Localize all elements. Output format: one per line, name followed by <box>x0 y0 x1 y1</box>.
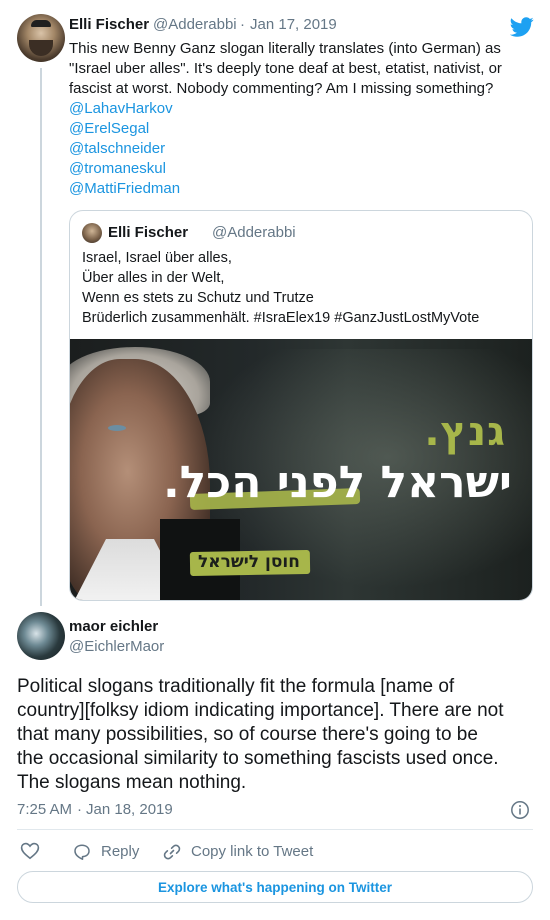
info-icon[interactable] <box>510 800 530 820</box>
twitter-bird-icon[interactable] <box>510 15 534 39</box>
tweet-text-line-1: This new Benny Ganz slogan literally tra… <box>69 40 501 57</box>
quoted-author-avatar <box>82 223 102 243</box>
tweet-text-line-2: "Israel uber alles". It's deeply tone de… <box>69 60 502 77</box>
image-subtitle-text: חוסן לישראל <box>198 552 300 572</box>
image-title-text: גנץ. <box>424 409 506 455</box>
image-slogan-text: ישראל לפני הכל. <box>162 457 512 508</box>
author-name[interactable]: Elli Fischer <box>69 16 149 33</box>
copy-link-button[interactable]: Copy link to Tweet <box>191 843 313 860</box>
quoted-tweet-card[interactable]: Elli Fischer @Adderabbi Israel, Israel ü… <box>69 210 533 601</box>
heart-icon[interactable] <box>20 841 40 861</box>
quoted-author-handle: @Adderabbi <box>212 224 296 241</box>
reply-text-line-3: that many possibilities, so of course th… <box>17 724 478 745</box>
mention-link[interactable]: @talschneider <box>69 139 165 159</box>
reply-time[interactable]: 7:25 AM <box>17 801 72 818</box>
reply-tweet-text: Political slogans traditionally fit the … <box>17 675 537 795</box>
reply-button[interactable]: Reply <box>101 843 139 860</box>
mention-link[interactable]: @ErelSegal <box>69 119 149 139</box>
reply-text-line-4: the occasional similarity to something f… <box>17 748 499 769</box>
reply-author-name[interactable]: maor eichler <box>69 618 158 635</box>
reply-author-handle[interactable]: @EichlerMaor <box>69 638 164 655</box>
reply-meta-separator: · <box>77 801 82 818</box>
reply-icon[interactable] <box>72 842 92 862</box>
reply-author-avatar[interactable] <box>17 612 65 660</box>
meta-separator: · <box>240 16 245 33</box>
author-avatar[interactable] <box>17 14 65 62</box>
reply-text-line-1: Political slogans traditionally fit the … <box>17 676 455 697</box>
quoted-text-line-2: Über alles in der Welt, <box>82 270 225 286</box>
quoted-author-name: Elli Fischer <box>108 224 189 241</box>
mention-link[interactable]: @LahavHarkov <box>69 99 173 119</box>
mention-link[interactable]: @tromaneskul <box>69 159 166 179</box>
reply-text-line-2: country][folksy idiom indicating importa… <box>17 700 504 721</box>
quoted-tweet-image[interactable]: גנץ. ישראל לפני הכל. חוסן לישראל <box>70 339 532 600</box>
link-icon[interactable] <box>162 842 182 862</box>
explore-twitter-button[interactable]: Explore what's happening on Twitter <box>17 871 533 903</box>
author-handle[interactable]: @Adderabbi <box>153 16 237 33</box>
quoted-text-line-4: Brüderlich zusammenhält. #IsraElex19 #Ga… <box>82 310 480 326</box>
divider <box>17 829 533 830</box>
quoted-text-line-3: Wenn es stets zu Schutz und Trutze <box>82 290 314 306</box>
thread-connector-line <box>40 68 42 606</box>
reply-text-line-5: The slogans mean nothing. <box>17 772 247 793</box>
tweet-date[interactable]: Jan 17, 2019 <box>250 16 337 33</box>
tweet-text-line-3: fascist at worst. Nobody commenting? Am … <box>69 80 494 97</box>
reply-date[interactable]: Jan 18, 2019 <box>86 801 173 818</box>
mention-link[interactable]: @MattiFriedman <box>69 179 180 199</box>
quoted-text-line-1: Israel, Israel über alles, <box>82 250 232 266</box>
